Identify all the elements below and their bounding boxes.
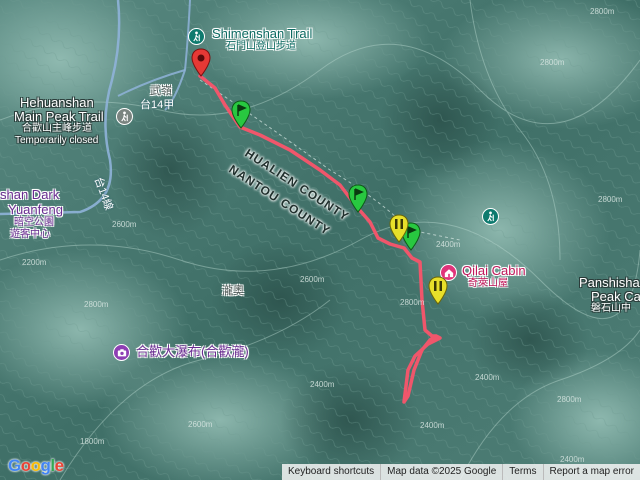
hiker-icon[interactable]	[116, 108, 133, 125]
poi-shimenshan-name[interactable]: Shimenshan Trail	[212, 27, 312, 41]
google-logo[interactable]: Google	[8, 456, 64, 476]
contour-label: 2400m	[560, 455, 585, 464]
contour-label: 2400m	[475, 373, 500, 382]
terrain-map[interactable]	[0, 0, 640, 480]
camera-icon[interactable]	[113, 344, 130, 361]
poi-dark-sky-name-zh: 暗空公園	[14, 217, 54, 228]
keyboard-shortcuts-link[interactable]: Keyboard shortcuts	[282, 464, 380, 480]
poi-qilai-cabin-name[interactable]: Qilai Cabin	[462, 264, 526, 278]
poi-dark-sky-name-l1[interactable]: shan Dark	[0, 188, 59, 202]
waypoint-pause-icon[interactable]	[427, 276, 449, 306]
poi-hehuanshan-name-l1[interactable]: Hehuanshan	[20, 96, 94, 110]
poi-shimenshan-name-zh: 石門山登山步道	[226, 41, 296, 52]
waypoint-flag-icon[interactable]	[230, 100, 252, 130]
contour-label: 2400m	[420, 421, 445, 430]
contour-label: 2600m	[188, 420, 213, 429]
waypoint-flag-icon[interactable]	[347, 184, 369, 214]
poi-dark-sky-name-l2[interactable]: Yuanfeng	[8, 203, 63, 217]
contour-label: 2800m	[598, 195, 623, 204]
contour-label: 2400m	[310, 380, 335, 389]
poi-dark-sky-sub: 遊客中心	[10, 229, 50, 240]
poi-hehuanshan-name-zh: 合歡山主峰步道	[22, 123, 92, 134]
contour-label: 2800m	[84, 300, 109, 309]
map-data-text: Map data ©2025 Google	[380, 464, 502, 480]
contour-label: 2800m	[590, 7, 615, 16]
poi-qilai-cabin-name-zh: 奇萊山屋	[468, 278, 508, 289]
poi-panshishan-name-l1[interactable]: Panshisha	[579, 276, 640, 290]
hiker-icon[interactable]	[482, 208, 499, 225]
attribution-bar: Keyboard shortcuts Map data ©2025 Google…	[281, 464, 640, 480]
place-longao: 瀧奧	[222, 285, 244, 297]
contour-label: 2800m	[400, 298, 425, 307]
start-marker-icon[interactable]	[190, 48, 212, 78]
poi-waterfall-name[interactable]: 合歡大瀑布(合歡瀧)	[136, 345, 249, 359]
contour-label: 2800m	[557, 395, 582, 404]
waypoint-pause-icon[interactable]	[388, 214, 410, 244]
hiker-icon[interactable]	[188, 28, 205, 45]
contour-label: 2400m	[436, 240, 461, 249]
poi-hehuanshan-name-l2[interactable]: Main Peak Trail	[14, 110, 104, 124]
contour-label: 2200m	[22, 258, 47, 267]
contour-label: 1800m	[80, 437, 105, 446]
poi-hehuanshan-status: Temporarily closed	[15, 135, 99, 146]
report-error-link[interactable]: Report a map error	[542, 464, 640, 480]
contour-label: 2600m	[300, 275, 325, 284]
poi-panshishan-name-l2[interactable]: Peak Cam	[591, 290, 640, 304]
poi-panshishan-name-zh: 磐石山中	[591, 303, 631, 314]
place-wuling: 武嶺	[150, 85, 172, 97]
terms-link[interactable]: Terms	[502, 464, 542, 480]
contour-label: 2800m	[540, 58, 565, 67]
road-label-14a: 台14甲	[140, 99, 175, 111]
contour-label: 2600m	[112, 220, 137, 229]
